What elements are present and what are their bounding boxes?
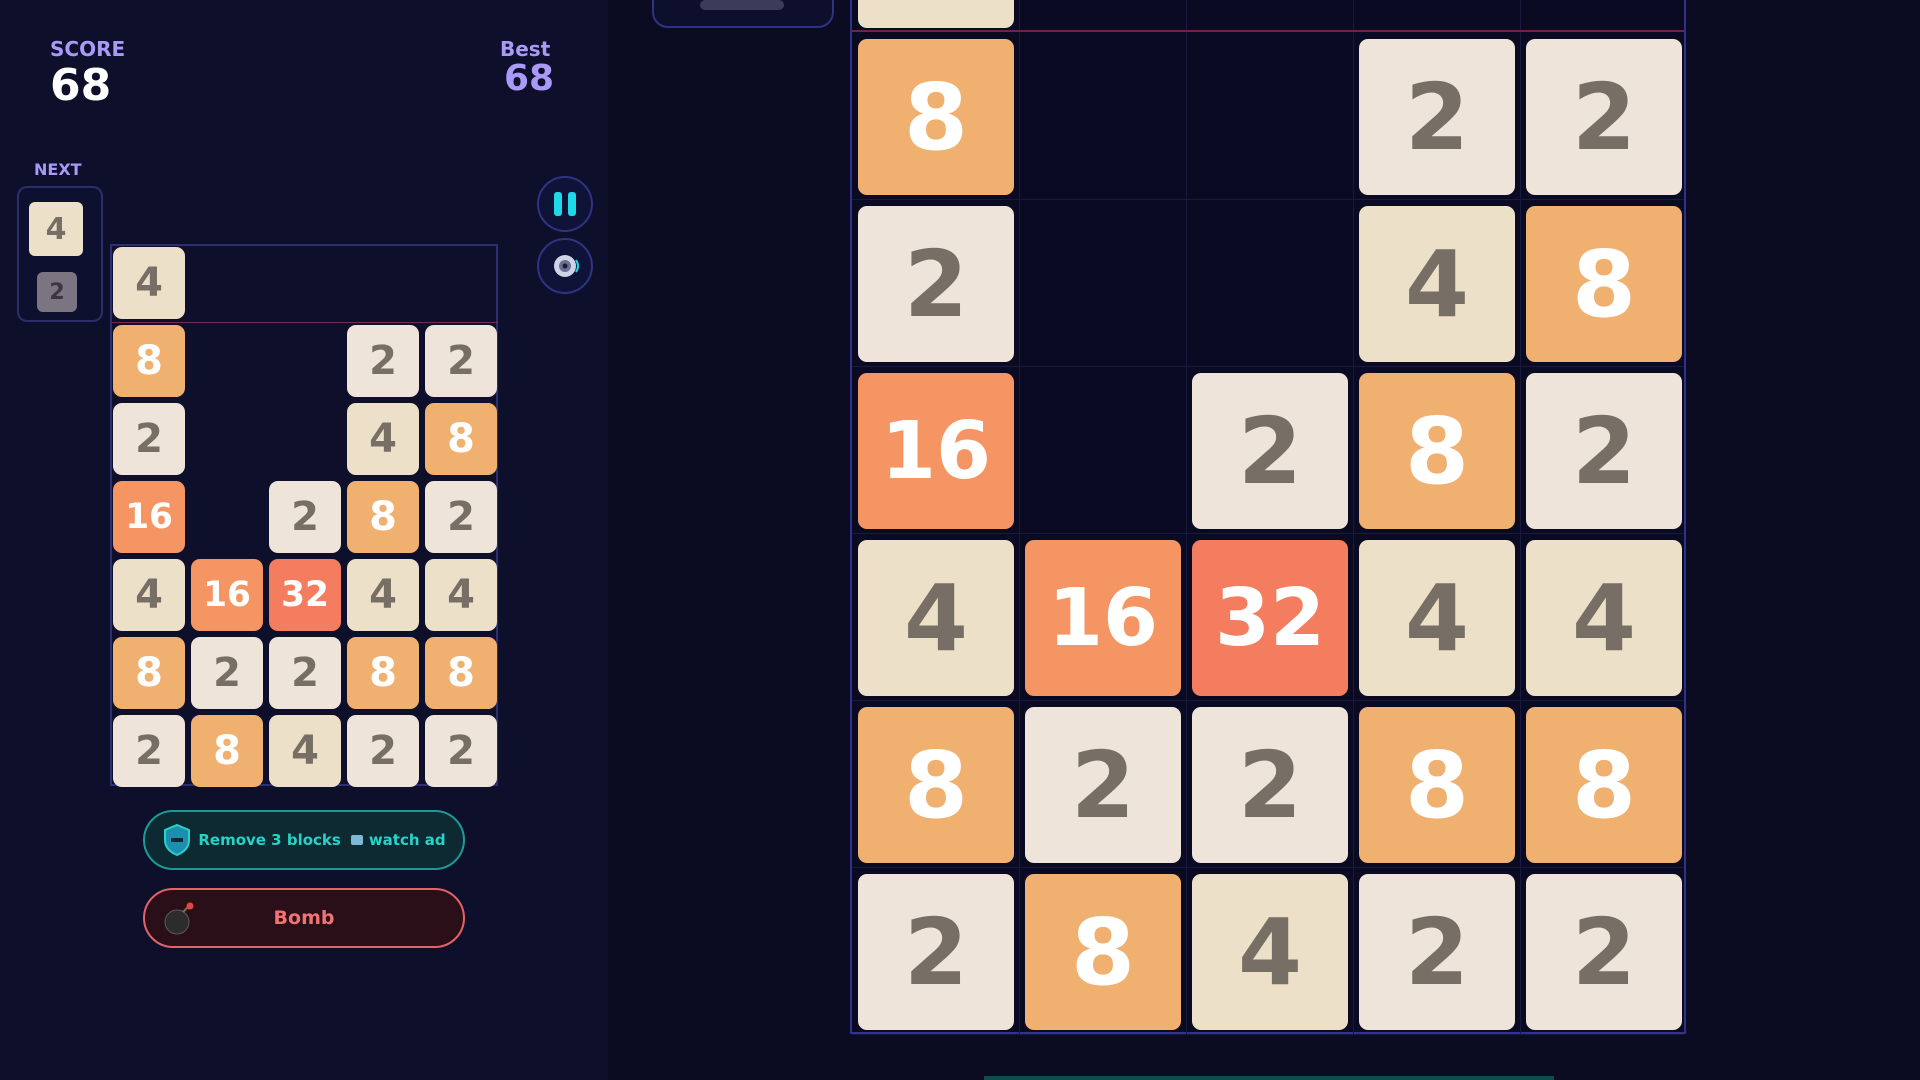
mini-tile-r6-c2: 2 — [191, 637, 263, 709]
next-queue: 4 2 — [17, 186, 103, 322]
bottom-strip — [984, 1076, 1554, 1080]
main-tile-r2-c1: 8 — [858, 39, 1014, 195]
mini-tile-r5-c1: 4 — [113, 559, 185, 631]
main-tile-r7-c3: 4 — [1192, 874, 1348, 1030]
main-tile-r4-c1: 16 — [858, 373, 1014, 529]
bomb-button[interactable]: Bomb — [143, 888, 465, 948]
mini-tile-r2-c5: 2 — [425, 325, 497, 397]
mini-tile-r5-c2: 16 — [191, 559, 263, 631]
mini-tile-r4-c1: 16 — [113, 481, 185, 553]
mini-tile-r7-c5: 2 — [425, 715, 497, 787]
best-value: 68 — [504, 58, 555, 99]
mini-tile-r4-c3: 2 — [269, 481, 341, 553]
main-tile-r4-c3: 2 — [1192, 373, 1348, 529]
main-tile-r6-c3: 2 — [1192, 707, 1348, 863]
mini-tile-r4-c5: 2 — [425, 481, 497, 553]
left-panel: SCORE 68 Best 68 NEXT 4 2 4 8 2 2 2 4 8 16 2 8 2 4 1… — [0, 0, 608, 1080]
danger-line — [852, 30, 1684, 32]
main-tile-r7-c1: 2 — [858, 874, 1014, 1030]
main-tile-r6-c1: 8 — [858, 707, 1014, 863]
main-tile-r2-c5: 2 — [1526, 39, 1682, 195]
top-tab — [652, 0, 834, 28]
mini-tile-r5-c4: 4 — [347, 559, 419, 631]
mini-tile-r7-c1: 2 — [113, 715, 185, 787]
main-tile-r5-c4: 4 — [1359, 540, 1515, 696]
next-tile-1: 4 — [29, 202, 83, 256]
main-tile-r3-c1: 2 — [858, 206, 1014, 362]
speaker-icon — [554, 255, 579, 277]
mini-tile-r3-c5: 8 — [425, 403, 497, 475]
main-tile-r5-c2: 16 — [1025, 540, 1181, 696]
pause-icon — [551, 192, 579, 216]
mini-tile-r7-c4: 2 — [347, 715, 419, 787]
mini-tile-r5-c3: 32 — [269, 559, 341, 631]
main-tile-r7-c2: 8 — [1025, 874, 1181, 1030]
bomb-label: Bomb — [273, 907, 335, 929]
pause-button[interactable] — [537, 176, 593, 232]
mini-tile-r6-c1: 8 — [113, 637, 185, 709]
mini-tile-r2-c1: 8 — [113, 325, 185, 397]
main-tile-r6-c4: 8 — [1359, 707, 1515, 863]
main-tile-r3-c4: 4 — [1359, 206, 1515, 362]
bomb-icon — [164, 902, 194, 935]
mini-tile-r6-c5: 8 — [425, 637, 497, 709]
main-tile-r4-c4: 8 — [1359, 373, 1515, 529]
main-tile-r6-c5: 8 — [1526, 707, 1682, 863]
main-tile-r3-c5: 8 — [1526, 206, 1682, 362]
mini-tile-r2-c4: 2 — [347, 325, 419, 397]
main-tile-r5-c5: 4 — [1526, 540, 1682, 696]
main-tile-r4-c5: 2 — [1526, 373, 1682, 529]
mini-tile-r6-c3: 2 — [269, 637, 341, 709]
mini-tile-r3-c1: 2 — [113, 403, 185, 475]
watch-ad-label: watch ad — [368, 831, 446, 849]
mini-tile-r5-c5: 4 — [425, 559, 497, 631]
mini-danger-line — [112, 322, 498, 323]
mini-tile-r4-c4: 8 — [347, 481, 419, 553]
mini-tile-r3-c4: 4 — [347, 403, 419, 475]
mini-tile-r7-c3: 4 — [269, 715, 341, 787]
shield-icon — [164, 823, 191, 857]
mini-tile-r1-c1: 4 — [113, 247, 185, 319]
main-tile-r5-c3: 32 — [1192, 540, 1348, 696]
main-tile-r7-c4: 2 — [1359, 874, 1515, 1030]
video-icon — [350, 835, 363, 845]
next-label: NEXT — [34, 160, 82, 179]
sound-button[interactable] — [537, 238, 593, 294]
main-tile-r7-c5: 2 — [1526, 874, 1682, 1030]
main-tile-r6-c2: 2 — [1025, 707, 1181, 863]
score-label: SCORE — [50, 37, 126, 61]
next-tile-2: 2 — [37, 272, 77, 312]
score-value: 68 — [50, 60, 112, 111]
mini-tile-r7-c2: 8 — [191, 715, 263, 787]
main-tile-r2-c4: 2 — [1359, 39, 1515, 195]
remove-blocks-label: Remove 3 blocks — [198, 831, 341, 849]
remove-blocks-button[interactable]: Remove 3 blocks watch ad — [143, 810, 465, 870]
main-tile-r5-c1: 4 — [858, 540, 1014, 696]
mini-tile-r6-c4: 8 — [347, 637, 419, 709]
main-tile-r1-c1: 4 — [858, 0, 1014, 28]
